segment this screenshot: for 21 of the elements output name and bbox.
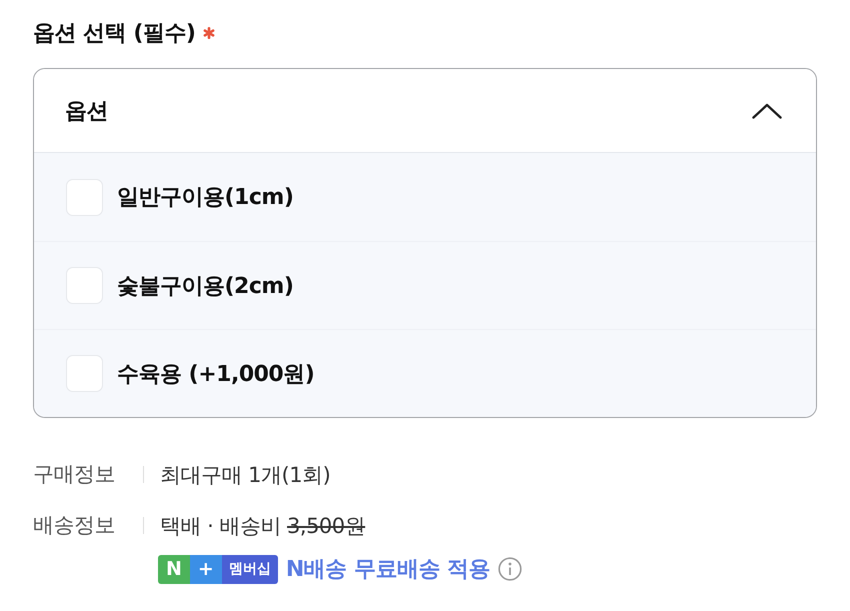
option-label: 수육용 (+1,000원) [117,360,314,388]
checkbox[interactable] [66,178,103,216]
badge-segment: + [190,554,222,584]
free-shipping-text: N배송 무료배송 적용 [286,556,490,584]
section-title: 옵션 선택 (필수) [33,20,196,48]
option-item[interactable]: 일반구이용(1cm) [34,153,816,241]
info-value: 택배 · 배송비 [160,512,282,540]
info-icon[interactable] [498,557,522,581]
badge-segment: 멤버십 [222,554,278,584]
option-label: 일반구이용(1cm) [117,184,294,212]
badge-segment: N [158,554,190,584]
info-label: 구매정보 [33,461,116,488]
info-label: 배송정보 [33,512,116,539]
option-item[interactable]: 숯불구이용(2cm) [34,241,816,329]
checkbox[interactable] [66,355,103,392]
checkbox[interactable] [66,267,103,304]
shipping-fee: 3,500원 [287,512,366,540]
info-value: 최대구매 1개(1회) [160,462,330,488]
dropdown-header[interactable]: 옵션 [34,69,816,153]
option-item[interactable]: 수육용 (+1,000원) [34,329,816,417]
option-label: 숯불구이용(2cm) [117,272,294,300]
